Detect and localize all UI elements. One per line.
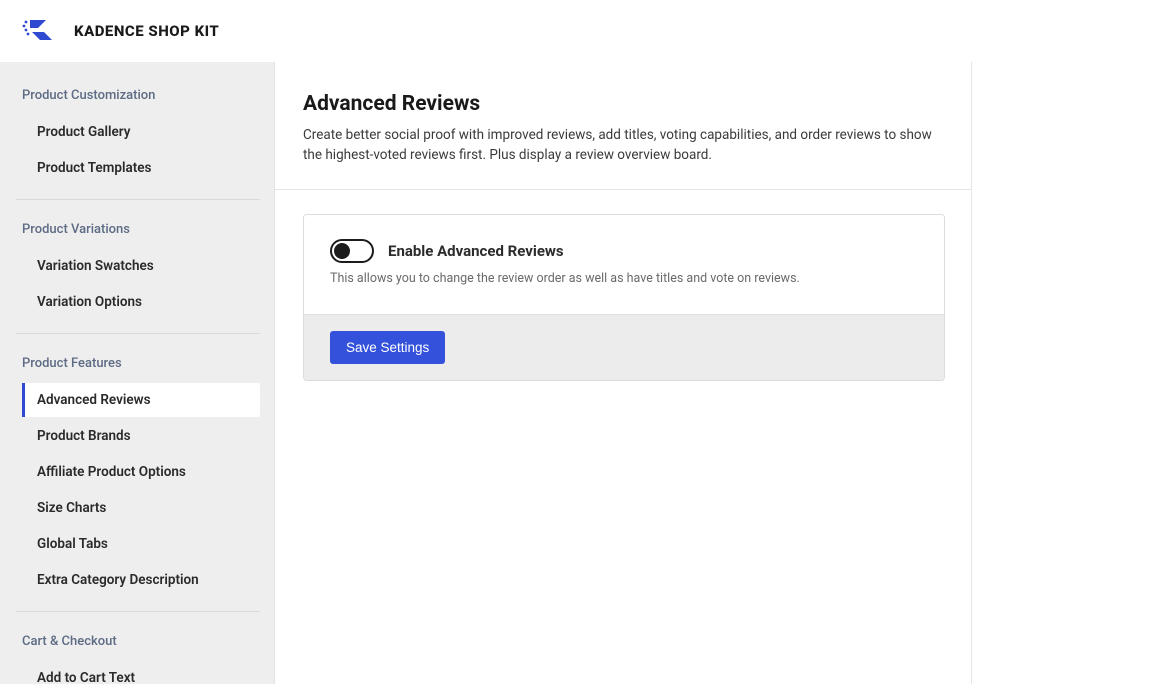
sidebar-section-product-features: Product Features Advanced Reviews Produc… (22, 352, 260, 612)
sidebar-divider (16, 611, 260, 612)
sidebar-item-affiliate-product-options[interactable]: Affiliate Product Options (22, 455, 260, 489)
page-description: Create better social proof with improved… (303, 126, 945, 165)
enable-advanced-reviews-toggle[interactable] (330, 239, 374, 263)
settings-card-footer: Save Settings (304, 314, 944, 380)
main-content: Advanced Reviews Create better social pr… (275, 62, 1162, 684)
brand-name: KADENCE SHOP KIT (74, 22, 219, 40)
brand-logo-icon (22, 15, 62, 47)
sidebar-divider (16, 199, 260, 200)
sidebar-section-product-variations: Product Variations Variation Swatches Va… (22, 218, 260, 334)
app-body: Product Customization Product Gallery Pr… (0, 62, 1162, 684)
sidebar-items: Advanced Reviews Product Brands Affiliat… (22, 383, 260, 597)
sidebar-section-title: Product Features (22, 352, 260, 375)
content-wrap: Advanced Reviews Create better social pr… (275, 62, 972, 684)
app-header: KADENCE SHOP KIT (0, 0, 1162, 62)
sidebar-section-title: Cart & Checkout (22, 630, 260, 653)
sidebar-item-variation-options[interactable]: Variation Options (22, 285, 260, 319)
page-title: Advanced Reviews (303, 92, 945, 116)
sidebar-item-product-brands[interactable]: Product Brands (22, 419, 260, 453)
content-divider (275, 189, 971, 190)
sidebar-item-variation-swatches[interactable]: Variation Swatches (22, 249, 260, 283)
sidebar-section-title: Product Variations (22, 218, 260, 241)
sidebar-item-add-to-cart-text[interactable]: Add to Cart Text (22, 661, 260, 684)
sidebar-item-extra-category-description[interactable]: Extra Category Description (22, 563, 260, 597)
sidebar-section-product-customization: Product Customization Product Gallery Pr… (22, 84, 260, 200)
sidebar-item-product-gallery[interactable]: Product Gallery (22, 115, 260, 149)
sidebar-items: Add to Cart Text (22, 661, 260, 684)
toggle-row: Enable Advanced Reviews (330, 239, 918, 263)
app-root: KADENCE SHOP KIT Product Customization P… (0, 0, 1162, 684)
sidebar-item-global-tabs[interactable]: Global Tabs (22, 527, 260, 561)
sidebar-divider (16, 333, 260, 334)
sidebar-item-size-charts[interactable]: Size Charts (22, 491, 260, 525)
toggle-description: This allows you to change the review ord… (330, 271, 918, 286)
sidebar-section-title: Product Customization (22, 84, 260, 107)
sidebar-item-product-templates[interactable]: Product Templates (22, 151, 260, 185)
settings-card-body: Enable Advanced Reviews This allows you … (304, 215, 944, 314)
brand-logo: KADENCE SHOP KIT (22, 15, 219, 47)
sidebar: Product Customization Product Gallery Pr… (0, 62, 275, 684)
toggle-label: Enable Advanced Reviews (388, 242, 564, 260)
sidebar-item-advanced-reviews[interactable]: Advanced Reviews (22, 383, 260, 417)
sidebar-items: Variation Swatches Variation Options (22, 249, 260, 319)
sidebar-section-cart-checkout: Cart & Checkout Add to Cart Text (22, 630, 260, 684)
settings-card: Enable Advanced Reviews This allows you … (303, 214, 945, 381)
sidebar-items: Product Gallery Product Templates (22, 115, 260, 185)
save-settings-button[interactable]: Save Settings (330, 331, 445, 364)
